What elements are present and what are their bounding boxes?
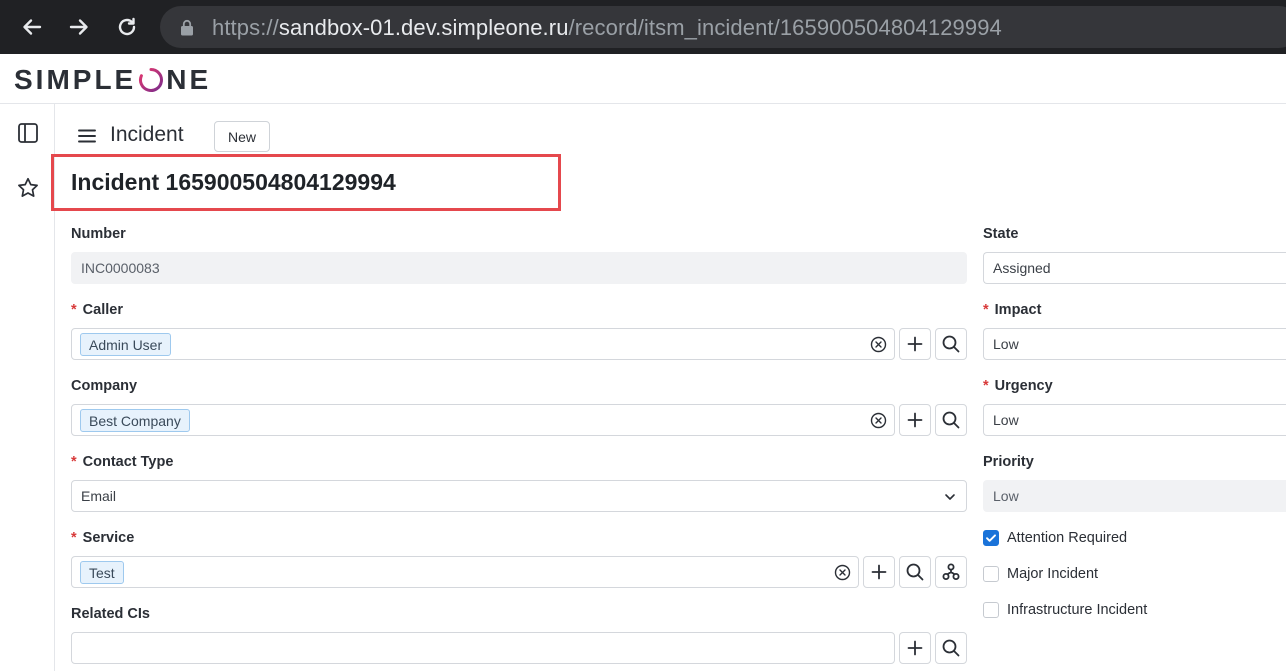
required-marker: * [71,530,77,546]
left-rail [0,104,55,671]
record-title: Incident 165900504804129994 [71,169,396,195]
contact-type-label-text: Contact Type [82,454,174,470]
logo-ring-icon [139,68,164,92]
new-button[interactable]: New [214,121,270,152]
contact-type-select[interactable]: Email [71,480,967,512]
caller-chip[interactable]: Admin User [80,333,172,356]
major-incident-checkbox[interactable] [983,566,999,582]
contact-type-label: * Contact Type [71,454,173,470]
urgency-label-text: Urgency [994,378,1053,394]
hierarchy-icon [942,563,960,580]
service-label-text: Service [82,530,135,546]
service-add-button[interactable] [863,556,895,588]
company-field[interactable]: Best Company [71,404,895,436]
priority-field: Low [983,480,1286,512]
logo-text-left: SIMPLE [14,64,137,95]
attention-required-checkbox[interactable] [983,530,999,546]
browser-toolbar: https://sandbox-01.dev.simpleone.ru/reco… [0,0,1286,54]
contact-type-value: Email [81,488,117,504]
forward-arrow-icon [69,19,88,35]
clear-icon[interactable] [870,336,887,353]
impact-select[interactable]: Low [983,328,1286,360]
back-arrow-icon [23,19,42,35]
clear-icon[interactable] [834,564,851,581]
caller-label-text: Caller [82,302,123,318]
address-bar[interactable]: https://sandbox-01.dev.simpleone.ru/reco… [160,6,1286,48]
service-label: * Service [71,530,134,546]
forward-button[interactable] [63,11,95,43]
company-label: Company [71,378,138,394]
logo-text-right: NE [166,64,212,95]
chevron-down-icon [945,494,955,500]
required-marker: * [983,378,989,394]
company-chip[interactable]: Best Company [80,409,190,432]
company-search-button[interactable] [935,404,967,436]
required-marker: * [71,454,77,470]
app-header: SIMPLE NE [0,54,1286,104]
sidebar-panel-icon [18,123,38,143]
urgency-value: Low [993,412,1019,428]
service-hierarchy-button[interactable] [935,556,967,588]
related-cis-label: Related CIs [71,606,150,622]
urgency-label: * Urgency [983,378,1053,394]
plus-icon [907,336,923,352]
service-field[interactable]: Test [71,556,859,588]
impact-label: * Impact [983,302,1041,318]
related-cis-field[interactable] [71,632,895,664]
impact-value: Low [993,336,1019,352]
service-chip[interactable]: Test [80,561,124,584]
related-cis-search-button[interactable] [935,632,967,664]
plus-icon [871,564,887,580]
major-incident-label[interactable]: Major Incident [1007,566,1098,582]
number-field: INC0000083 [71,252,967,284]
caller-field[interactable]: Admin User [71,328,895,360]
search-icon [906,563,924,581]
list-title[interactable]: Incident [110,123,184,147]
attention-required-label[interactable]: Attention Required [1007,530,1127,546]
number-label: Number [71,226,126,242]
priority-value: Low [993,488,1019,504]
lock-icon [181,19,193,36]
company-add-button[interactable] [899,404,931,436]
back-button[interactable] [16,11,48,43]
sidebar-toggle-button[interactable] [15,120,41,146]
caller-search-button[interactable] [935,328,967,360]
caller-label: * Caller [71,302,123,318]
reload-icon [118,17,136,36]
star-icon [18,177,38,197]
caller-add-button[interactable] [899,328,931,360]
clear-icon[interactable] [870,412,887,429]
checkmark-icon [986,534,996,542]
search-icon [942,335,960,353]
search-icon [942,411,960,429]
infrastructure-incident-label[interactable]: Infrastructure Incident [1007,602,1147,618]
url-path: /record/itsm_incident/165900504804129994 [568,15,1002,40]
related-cis-add-button[interactable] [899,632,931,664]
plus-icon [907,412,923,428]
state-value: Assigned [993,260,1051,276]
hamburger-menu-icon[interactable] [77,126,97,146]
urgency-select[interactable]: Low [983,404,1286,436]
impact-label-text: Impact [994,302,1042,318]
infrastructure-incident-checkbox[interactable] [983,602,999,618]
favorites-button[interactable] [15,175,41,201]
url-text: https://sandbox-01.dev.simpleone.ru/reco… [212,15,1002,41]
service-search-button[interactable] [899,556,931,588]
required-marker: * [71,302,77,318]
url-scheme: https:// [212,15,279,40]
simpleone-logo[interactable]: SIMPLE NE [14,64,211,96]
reload-button[interactable] [111,11,143,43]
state-select[interactable]: Assigned [983,252,1286,284]
priority-label: Priority [983,454,1034,470]
number-value: INC0000083 [81,260,160,276]
state-label: State [983,226,1019,242]
plus-icon [907,640,923,656]
required-marker: * [983,302,989,318]
search-icon [942,639,960,657]
url-host: sandbox-01.dev.simpleone.ru [278,15,569,40]
